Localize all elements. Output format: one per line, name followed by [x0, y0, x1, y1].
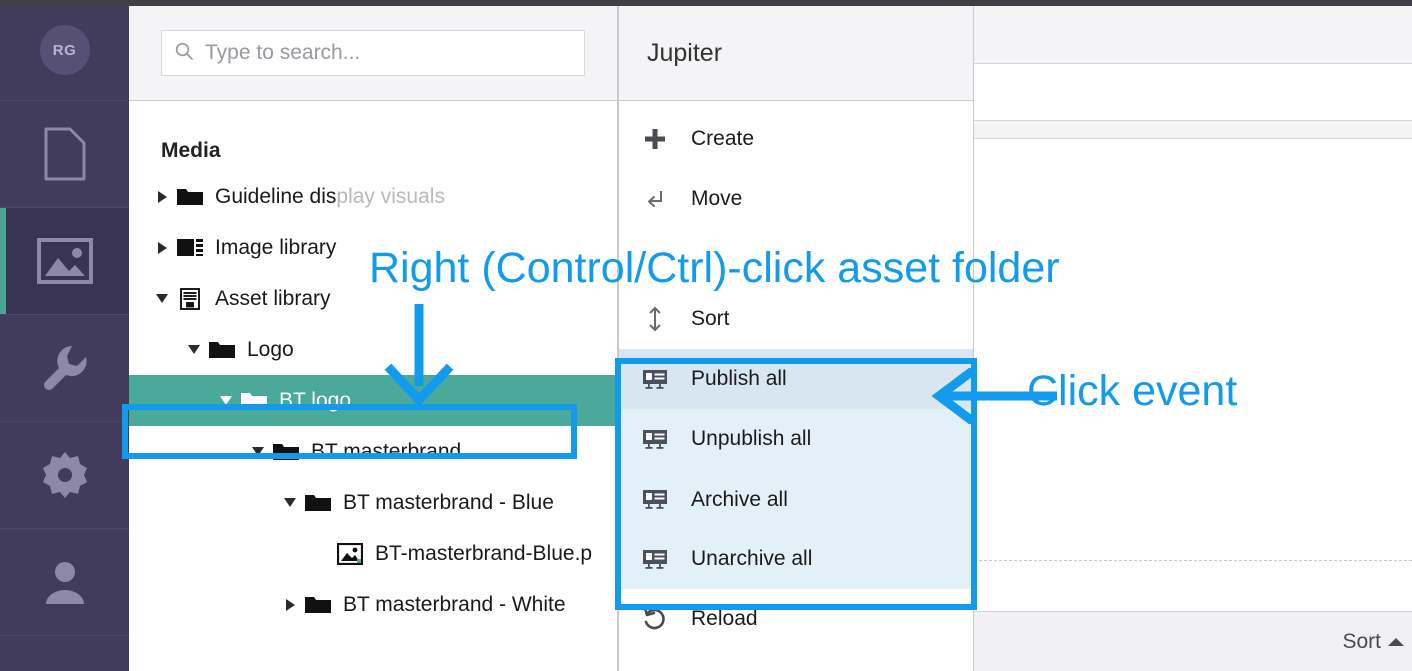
- image-icon: [36, 238, 93, 284]
- content-band-2: [974, 121, 1412, 139]
- context-menu-item-label: Archive all: [691, 487, 788, 511]
- folder-icon: [237, 390, 271, 411]
- context-menu: Jupiter Create Move Sort Publish all Unpubli…: [618, 6, 974, 671]
- context-menu-item-label: Unarchive all: [691, 547, 813, 570]
- archive-icon: [173, 287, 207, 311]
- chevron-down-icon[interactable]: [183, 345, 205, 354]
- chevron-right-icon[interactable]: [151, 190, 173, 203]
- tree-item-label: Guideline display visuals: [215, 184, 445, 208]
- publish-icon: [619, 429, 691, 450]
- wrench-icon: [40, 343, 90, 393]
- search-input[interactable]: Type to search...: [161, 30, 585, 76]
- plus-icon: [619, 127, 691, 151]
- tree-item[interactable]: BT logo: [129, 375, 618, 426]
- context-menu-item[interactable]: Create: [619, 109, 973, 169]
- folder-icon: [301, 492, 335, 513]
- folder-icon: [173, 186, 207, 207]
- tree-item[interactable]: BT masterbrand - Blue: [129, 477, 617, 528]
- tree-item-label: BT masterbrand - White: [343, 592, 566, 616]
- context-menu-item-label: Sort: [691, 307, 730, 330]
- move-icon: [619, 188, 691, 210]
- chevron-down-icon[interactable]: [215, 396, 237, 405]
- tree-item-label: BT-masterbrand-Blue.p: [375, 541, 593, 565]
- tree-item-label: Logo: [247, 337, 294, 361]
- window-top-strip: [0, 0, 1412, 6]
- context-menu-item[interactable]: Reload: [619, 589, 973, 649]
- chevron-up-icon[interactable]: [1388, 637, 1404, 646]
- tree-item[interactable]: BT masterbrand: [129, 426, 617, 477]
- chevron-down-icon[interactable]: [247, 447, 269, 456]
- sidebar-item-settings[interactable]: [0, 422, 129, 529]
- context-menu-item[interactable]: Unpublish all: [619, 409, 973, 469]
- tree-item[interactable]: Asset library: [129, 273, 617, 324]
- tree-item[interactable]: Image library: [129, 222, 617, 273]
- context-menu-item[interactable]: Archive all: [619, 469, 973, 529]
- sidebar-item-media[interactable]: [0, 208, 129, 315]
- publish-icon: [619, 369, 691, 390]
- sidebar-item-documents[interactable]: [0, 101, 129, 208]
- tree-item-label: Asset library: [215, 286, 331, 310]
- folder-icon: [301, 594, 335, 615]
- search-placeholder: Type to search...: [205, 41, 361, 64]
- context-menu-item-label: Publish all: [691, 367, 787, 390]
- folder-icon: [205, 339, 239, 360]
- user-icon: [41, 558, 89, 606]
- context-menu-header: Jupiter: [619, 6, 973, 101]
- context-menu-item[interactable]: Sort: [619, 289, 973, 349]
- context-menu-item[interactable]: Unarchive all: [619, 529, 973, 589]
- folder-icon: [269, 441, 303, 462]
- screenshot-root: Sort Type to search... Media Guideline d…: [0, 0, 1412, 671]
- publish-icon: [619, 549, 691, 570]
- gear-icon: [40, 450, 90, 500]
- context-menu-item[interactable]: Move: [619, 169, 973, 229]
- rail-avatar-area: RG: [0, 0, 129, 101]
- image-file-icon: [333, 542, 367, 565]
- media-tree: Guideline display visuals Image library As…: [129, 171, 618, 630]
- context-menu-item-label: Create: [691, 127, 755, 150]
- tree-title: Media: [161, 139, 221, 162]
- content-band-top: [974, 6, 1412, 64]
- search-icon: [174, 41, 194, 66]
- tree-item[interactable]: BT masterbrand - White: [129, 579, 617, 630]
- reload-icon: [619, 607, 691, 631]
- content-area: Sort: [974, 6, 1412, 671]
- document-icon: [42, 126, 88, 182]
- nav-rail: RG: [0, 0, 129, 671]
- sidebar-item-tools[interactable]: [0, 315, 129, 422]
- tree-item-label: BT logo: [279, 388, 351, 412]
- tree-item-label: BT masterbrand: [311, 439, 462, 463]
- context-menu-item-label: Reload: [691, 607, 758, 630]
- context-menu-item[interactable]: [619, 229, 973, 289]
- avatar[interactable]: RG: [39, 25, 90, 75]
- footer-sort-label[interactable]: Sort: [1342, 630, 1381, 654]
- context-menu-item-label: Move: [691, 187, 743, 210]
- search-bar: Type to search...: [129, 6, 617, 101]
- content-body: [974, 139, 1412, 561]
- tree-item-label: BT masterbrand - Blue: [343, 490, 554, 514]
- chevron-right-icon[interactable]: [151, 241, 173, 254]
- tree-item[interactable]: Guideline display visuals: [129, 171, 617, 222]
- chevron-right-icon[interactable]: [279, 598, 301, 611]
- content-row-1: [974, 64, 1412, 121]
- context-menu-list: Create Move Sort Publish all Unpublish all Ar…: [619, 101, 973, 649]
- sort-icon: [619, 306, 691, 332]
- publish-icon: [619, 489, 691, 510]
- media-tree-panel: Type to search... Media Guideline displa…: [129, 6, 618, 671]
- context-menu-item-label: Unpublish all: [691, 427, 812, 450]
- tree-item[interactable]: BT-masterbrand-Blue.p: [129, 528, 617, 579]
- content-footer: Sort: [974, 611, 1412, 671]
- chevron-down-icon[interactable]: [151, 294, 173, 303]
- context-menu-item[interactable]: Publish all: [619, 349, 973, 409]
- film-icon: [173, 237, 207, 258]
- chevron-down-icon[interactable]: [279, 498, 301, 507]
- tree-item[interactable]: Logo: [129, 324, 617, 375]
- tree-item-label: Image library: [215, 235, 337, 259]
- sidebar-item-account[interactable]: [0, 529, 129, 636]
